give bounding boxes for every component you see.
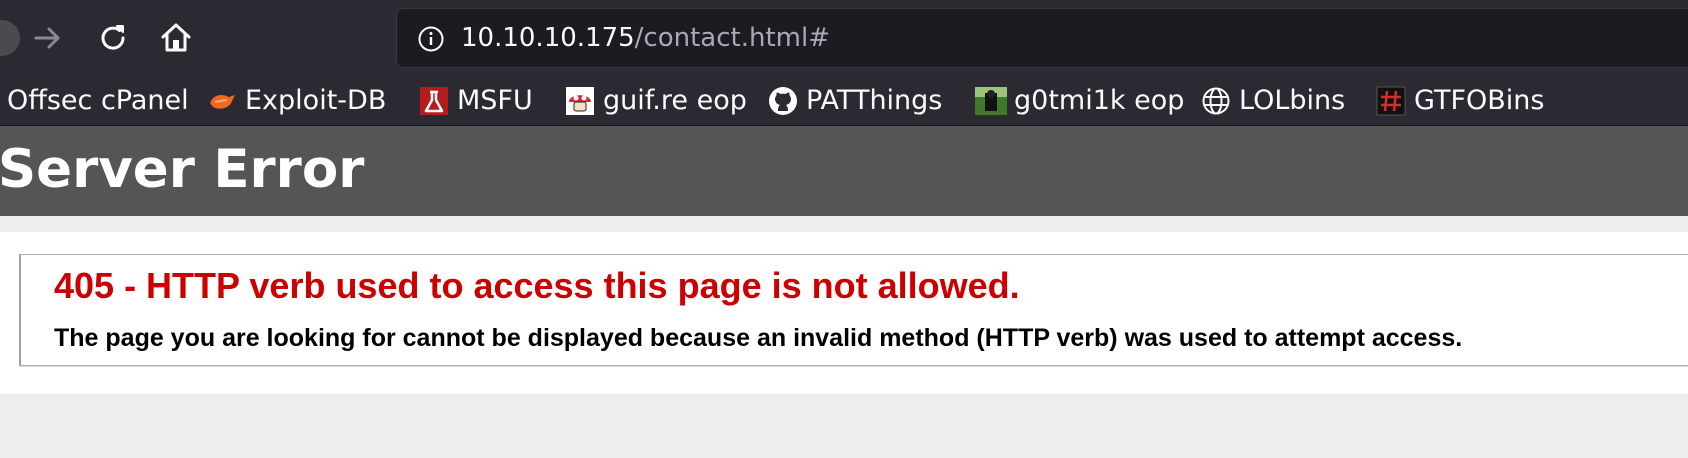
bookmark-label: guif.re eop xyxy=(603,85,747,116)
error-box: 405 - HTTP verb used to access this page… xyxy=(19,254,1688,366)
bookmark-label: MSFU xyxy=(457,85,533,116)
bookmark-label: Offsec cPanel xyxy=(7,85,189,116)
url-bar[interactable]: 10.10.10.175/contact.html# xyxy=(396,8,1688,68)
bookmark-lolbins[interactable]: LOLbins xyxy=(1200,83,1345,119)
bookmark-label: LOLbins xyxy=(1239,85,1346,116)
error-heading: 405 - HTTP verb used to access this page… xyxy=(54,265,1020,306)
home-icon xyxy=(161,23,191,52)
back-button[interactable] xyxy=(0,14,26,62)
back-icon xyxy=(0,20,20,56)
bookmark-patthings[interactable]: PATThings xyxy=(767,83,942,119)
bookmark-label: Exploit-DB xyxy=(245,85,387,116)
bookmark-guifre-eop[interactable]: guif.re eop xyxy=(564,83,747,119)
guifre-mushroom-icon xyxy=(564,85,596,117)
github-icon xyxy=(767,85,799,117)
info-icon[interactable] xyxy=(417,25,445,53)
exploit-db-icon xyxy=(206,85,238,117)
error-description: The page you are looking for cannot be d… xyxy=(54,324,1463,352)
bookmark-exploit-db[interactable]: Exploit-DB xyxy=(206,83,386,119)
browser-toolbar: 10.10.10.175/contact.html# xyxy=(0,0,1688,76)
g0tmi1k-thumbnail-icon xyxy=(975,85,1007,117)
bookmark-label: GTFOBins xyxy=(1414,85,1545,116)
content-area: 405 - HTTP verb used to access this page… xyxy=(0,232,1688,394)
bookmark-label: g0tmi1k eop xyxy=(1014,85,1185,116)
url-text[interactable]: 10.10.10.175/contact.html# xyxy=(461,21,830,55)
reload-icon xyxy=(101,25,125,50)
bookmark-msfu[interactable]: MSFU xyxy=(418,83,533,119)
globe-icon xyxy=(1200,85,1232,117)
arrow-right-icon xyxy=(34,27,60,49)
reload-button[interactable] xyxy=(89,14,137,62)
page-title: Server Error xyxy=(0,139,365,200)
bookmark-g0tmi1k-eop[interactable]: g0tmi1k eop xyxy=(975,83,1184,119)
bookmarks-bar: Offsec cPanel Exploit-DB MSFU guif.re eo… xyxy=(0,76,1688,126)
home-button[interactable] xyxy=(152,14,200,62)
forward-button[interactable] xyxy=(24,14,72,62)
gtfobins-icon xyxy=(1375,85,1407,117)
bookmark-label: PATThings xyxy=(806,85,943,116)
page-header: Server Error xyxy=(0,126,1688,216)
bookmark-gtfobins[interactable]: GTFOBins xyxy=(1375,83,1544,119)
url-host: 10.10.10.175 xyxy=(461,23,635,53)
msfu-icon xyxy=(418,85,450,117)
bookmark-offsec-cpanel[interactable]: Offsec cPanel xyxy=(7,83,189,119)
url-path: /contact.html# xyxy=(634,23,831,53)
